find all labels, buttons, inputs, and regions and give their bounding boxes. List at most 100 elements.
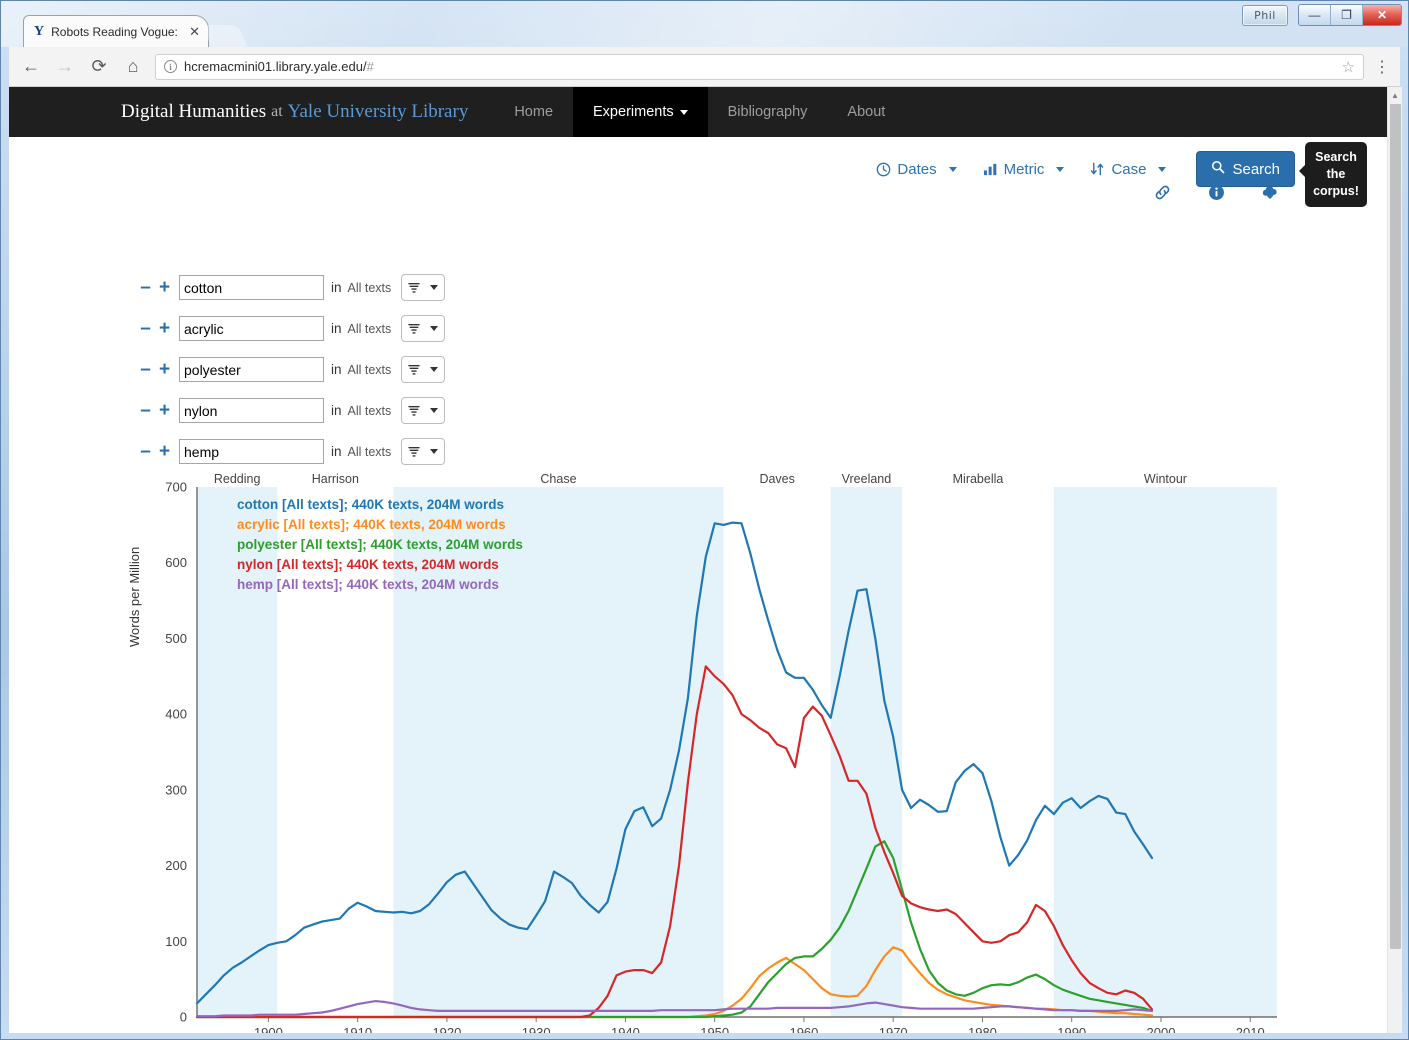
chevron-down-icon	[679, 109, 688, 115]
query-rows: – + in All texts – + in All texts	[137, 274, 446, 480]
site-info-icon[interactable]: i	[164, 60, 177, 73]
query-row: – + in All texts	[137, 315, 446, 342]
bookmark-star-icon[interactable]: ☆	[1342, 58, 1355, 76]
tab-title: Robots Reading Vogue: n	[51, 24, 178, 39]
add-row-button[interactable]: +	[156, 400, 173, 422]
search-term-input[interactable]	[179, 357, 324, 382]
scope-label: All texts	[347, 444, 392, 459]
x-tick-label: 1910	[343, 1025, 372, 1033]
info-icon[interactable]	[1207, 183, 1225, 201]
chart-legend: cotton [All texts]; 440K texts, 204M wor…	[237, 497, 523, 592]
era-label: Redding	[214, 472, 261, 486]
page-scrollbar[interactable]: ▲	[1387, 87, 1402, 1033]
query-row: – + in All texts	[137, 356, 446, 383]
scroll-up-arrow-icon[interactable]: ▲	[1388, 87, 1402, 103]
page-viewport: Digital Humanities at Yale University Li…	[9, 87, 1402, 1033]
dates-dropdown[interactable]: Dates	[876, 160, 957, 178]
chevron-down-icon	[430, 449, 439, 454]
remove-row-button[interactable]: –	[137, 359, 154, 381]
funnel-icon	[408, 446, 420, 457]
y-tick-label: 300	[165, 782, 187, 797]
add-row-button[interactable]: +	[156, 277, 173, 299]
legend-item[interactable]: nylon [All texts]; 440K texts, 204M word…	[237, 557, 499, 572]
y-tick-label: 0	[180, 1010, 187, 1025]
tab-close-icon[interactable]: ✕	[187, 24, 202, 40]
browser-menu-icon[interactable]: ⋮	[1374, 57, 1390, 77]
remove-row-button[interactable]: –	[137, 318, 154, 340]
x-tick-label: 1950	[700, 1025, 729, 1033]
remove-row-button[interactable]: –	[137, 400, 154, 422]
reload-button[interactable]: ⟳	[87, 56, 111, 77]
dates-label: Dates	[897, 160, 937, 178]
link-icon[interactable]	[1153, 183, 1171, 201]
forward-button: →	[56, 56, 74, 76]
filter-dropdown[interactable]	[401, 315, 446, 342]
era-label: Daves	[759, 472, 794, 486]
search-term-input[interactable]	[179, 275, 324, 300]
filter-dropdown[interactable]	[401, 274, 446, 301]
search-button[interactable]: Search	[1196, 151, 1295, 187]
nav-item-bibliography[interactable]: Bibliography	[708, 87, 828, 137]
legend-item[interactable]: acrylic [All texts]; 440K texts, 204M wo…	[237, 517, 506, 532]
nav-item-about[interactable]: About	[827, 87, 905, 137]
case-label: Case	[1111, 160, 1147, 178]
legend-item[interactable]: hemp [All texts]; 440K texts, 204M words	[237, 577, 499, 592]
add-row-button[interactable]: +	[156, 318, 173, 340]
search-term-input[interactable]	[179, 316, 324, 341]
y-tick-label: 200	[165, 858, 187, 873]
search-tooltip: Search the corpus!	[1299, 142, 1367, 207]
home-button[interactable]: ⌂	[121, 56, 145, 77]
search-term-input[interactable]	[179, 439, 324, 464]
brand-at: at	[271, 103, 283, 120]
window-controls: Phil — ❐ ✕	[1242, 4, 1402, 26]
window-maximize-button[interactable]: ❐	[1331, 5, 1363, 25]
y-tick-labels: 0 100 200 300 400 500 600 700	[165, 480, 187, 1025]
filter-dropdown[interactable]	[401, 397, 446, 424]
case-dropdown[interactable]: Case	[1090, 160, 1167, 178]
back-button[interactable]: ←	[19, 56, 43, 77]
query-row: – + in All texts	[137, 397, 446, 424]
era-band	[1053, 487, 1277, 1017]
y-tick-label: 100	[165, 934, 187, 949]
era-labels: Redding Harrison Chase Daves Vreeland Mirabel…	[214, 472, 1187, 486]
window-titlebar: Y Robots Reading Vogue: n ✕ Phil — ❐ ✕	[1, 1, 1408, 47]
nav-item-experiments[interactable]: Experiments	[573, 87, 708, 137]
search-controls-bar: Dates Metric Case Search Search the corp…	[9, 137, 1387, 207]
search-icon	[1211, 160, 1225, 178]
window-minimize-button[interactable]: —	[1299, 5, 1331, 25]
brand-institution: Yale University Library	[287, 101, 469, 122]
funnel-icon	[408, 282, 420, 293]
site-brand[interactable]: Digital Humanities at Yale University Li…	[9, 87, 494, 137]
x-tick-label: 1990	[1057, 1025, 1086, 1033]
site-navbar: Digital Humanities at Yale University Li…	[9, 87, 1387, 137]
address-bar[interactable]: i hcremacmini01.library.yale.edu/# ☆	[155, 53, 1364, 80]
window-user-button[interactable]: Phil	[1242, 5, 1288, 26]
line-chart[interactable]: Redding Harrison Chase Daves Vreeland Mirabel…	[9, 469, 1387, 1033]
remove-row-button[interactable]: –	[137, 441, 154, 463]
funnel-icon	[408, 323, 420, 334]
era-band	[830, 487, 903, 1017]
y-tick-label: 600	[165, 555, 187, 570]
legend-item[interactable]: cotton [All texts]; 440K texts, 204M wor…	[237, 497, 504, 512]
browser-tab[interactable]: Y Robots Reading Vogue: n ✕	[23, 15, 209, 47]
x-tick-label: 1930	[522, 1025, 551, 1033]
metric-dropdown[interactable]: Metric	[983, 161, 1065, 178]
clock-icon	[876, 162, 891, 177]
cloud-download-icon[interactable]	[1261, 183, 1279, 201]
filter-dropdown[interactable]	[401, 438, 446, 465]
window-close-button[interactable]: ✕	[1363, 5, 1401, 25]
scope-label: All texts	[347, 321, 392, 336]
scrollbar-thumb[interactable]	[1390, 104, 1401, 949]
nav-item-home[interactable]: Home	[494, 87, 573, 137]
filter-dropdown[interactable]	[401, 356, 446, 383]
add-row-button[interactable]: +	[156, 441, 173, 463]
chevron-down-icon	[430, 408, 439, 413]
funnel-icon	[408, 405, 420, 416]
browser-window: Y Robots Reading Vogue: n ✕ Phil — ❐ ✕ ←…	[0, 0, 1409, 1040]
remove-row-button[interactable]: –	[137, 277, 154, 299]
legend-item[interactable]: polyester [All texts]; 440K texts, 204M …	[237, 537, 523, 552]
add-row-button[interactable]: +	[156, 359, 173, 381]
search-button-label: Search	[1232, 160, 1280, 178]
new-tab-button[interactable]	[202, 25, 248, 47]
search-term-input[interactable]	[179, 398, 324, 423]
